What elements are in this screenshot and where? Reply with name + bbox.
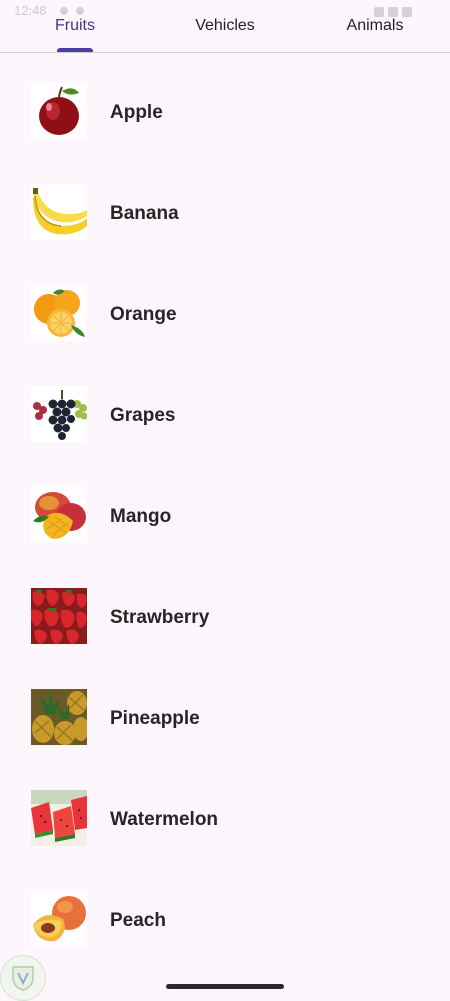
peach-icon — [31, 891, 87, 947]
apple-icon — [31, 83, 87, 139]
strawberry-icon — [31, 588, 87, 644]
tab-label: Vehicles — [195, 17, 255, 34]
tab-label: Fruits — [55, 17, 95, 34]
item-label: Orange — [110, 304, 177, 325]
list-item[interactable]: Banana — [0, 163, 450, 264]
fruit-list: Apple Banana Orange Grapes Mango Strawbe… — [0, 62, 450, 971]
banana-icon — [31, 184, 87, 240]
item-label: Mango — [110, 506, 172, 527]
tab-label: Animals — [346, 17, 404, 34]
grapes-icon — [31, 386, 87, 442]
item-label: Apple — [110, 102, 163, 123]
list-item[interactable]: Orange — [0, 264, 450, 365]
tab-fruits[interactable]: Fruits — [0, 17, 150, 51]
item-label: Banana — [110, 203, 179, 224]
list-item[interactable]: Watermelon — [0, 769, 450, 870]
orange-icon — [31, 285, 87, 341]
list-item[interactable]: Peach — [0, 870, 450, 971]
item-label: Peach — [110, 910, 166, 931]
pineapple-icon — [31, 689, 87, 745]
item-label: Grapes — [110, 405, 176, 426]
watermelon-icon — [31, 790, 87, 846]
list-item[interactable]: Pineapple — [0, 668, 450, 769]
home-indicator[interactable] — [166, 984, 284, 989]
watermark-logo — [0, 955, 46, 1001]
list-item[interactable]: Apple — [0, 62, 450, 163]
tab-animals[interactable]: Animals — [300, 17, 450, 51]
tab-indicator — [57, 48, 93, 52]
item-label: Watermelon — [110, 809, 219, 830]
list-item[interactable]: Mango — [0, 466, 450, 567]
list-item[interactable]: Grapes — [0, 365, 450, 466]
tab-bar: Fruits Vehicles Animals — [0, 0, 450, 53]
item-label: Pineapple — [110, 708, 200, 729]
tab-vehicles[interactable]: Vehicles — [150, 17, 300, 51]
mango-icon — [31, 487, 87, 543]
item-label: Strawberry — [110, 607, 210, 628]
list-item[interactable]: Strawberry — [0, 567, 450, 668]
